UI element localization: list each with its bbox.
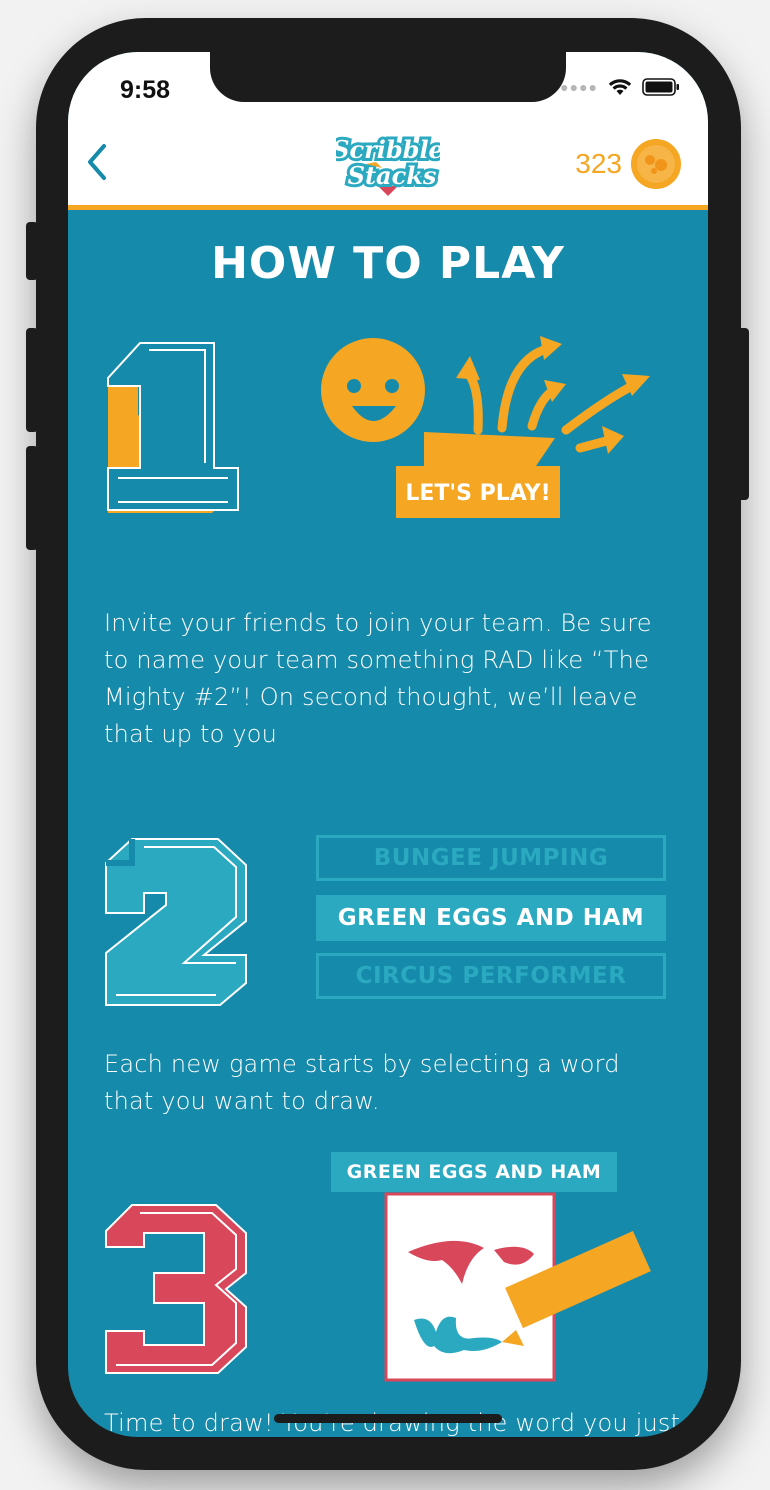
logo-text-top: Scribble: [336, 135, 440, 164]
logo-text-bottom: Stacks: [348, 161, 437, 190]
how-to-play-content[interactable]: HOW TO PLAY 1 LET'S PLAY!: [68, 210, 708, 1437]
coin-balance[interactable]: 323: [575, 138, 682, 190]
wifi-icon: [608, 79, 632, 95]
step-1-illustration: LET'S PLAY!: [321, 336, 650, 518]
step-3-word-banner: GREEN EGGS AND HAM: [331, 1152, 617, 1192]
step-2-description: Each new game starts by selecting a word…: [104, 1050, 620, 1115]
volume-up-button: [26, 328, 38, 432]
volume-down-button: [26, 446, 38, 550]
word-option-green-eggs-and-ham[interactable]: GREEN EGGS AND HAM: [316, 895, 666, 941]
battery-icon: [642, 78, 679, 96]
power-button: [737, 328, 749, 500]
word-option-circus-performer[interactable]: CIRCUS PERFORMER: [316, 953, 666, 999]
step-1-number: 1: [107, 342, 239, 513]
mute-switch: [26, 222, 38, 280]
page-title: HOW TO PLAY: [211, 238, 565, 289]
signal-icon: ●●●●: [560, 79, 598, 95]
coin-icon: [631, 139, 681, 189]
home-indicator[interactable]: [274, 1414, 502, 1423]
status-icons: ●●●●: [560, 78, 680, 96]
status-time: 9:58: [120, 76, 171, 104]
notch: [210, 52, 566, 102]
back-button[interactable]: [80, 142, 120, 182]
screen: 9:58 ●●●● Scribble Stacks 323 HOW TO PLA…: [68, 52, 708, 1437]
chevron-left-icon: [88, 144, 106, 180]
step-3-drawing-illustration: [384, 1192, 651, 1382]
scribble-stacks-logo: Scribble Stacks: [336, 132, 440, 196]
step-2-number: [105, 838, 247, 1006]
nav-bar: Scribble Stacks 323: [68, 112, 708, 210]
lets-play-label: LET'S PLAY!: [405, 481, 550, 506]
step-3-number: [105, 1204, 247, 1374]
step-1-description: Invite your friends to join your team. B…: [104, 609, 652, 748]
coin-count: 323: [575, 148, 622, 179]
word-option-bungee-jumping[interactable]: BUNGEE JUMPING: [316, 835, 666, 881]
